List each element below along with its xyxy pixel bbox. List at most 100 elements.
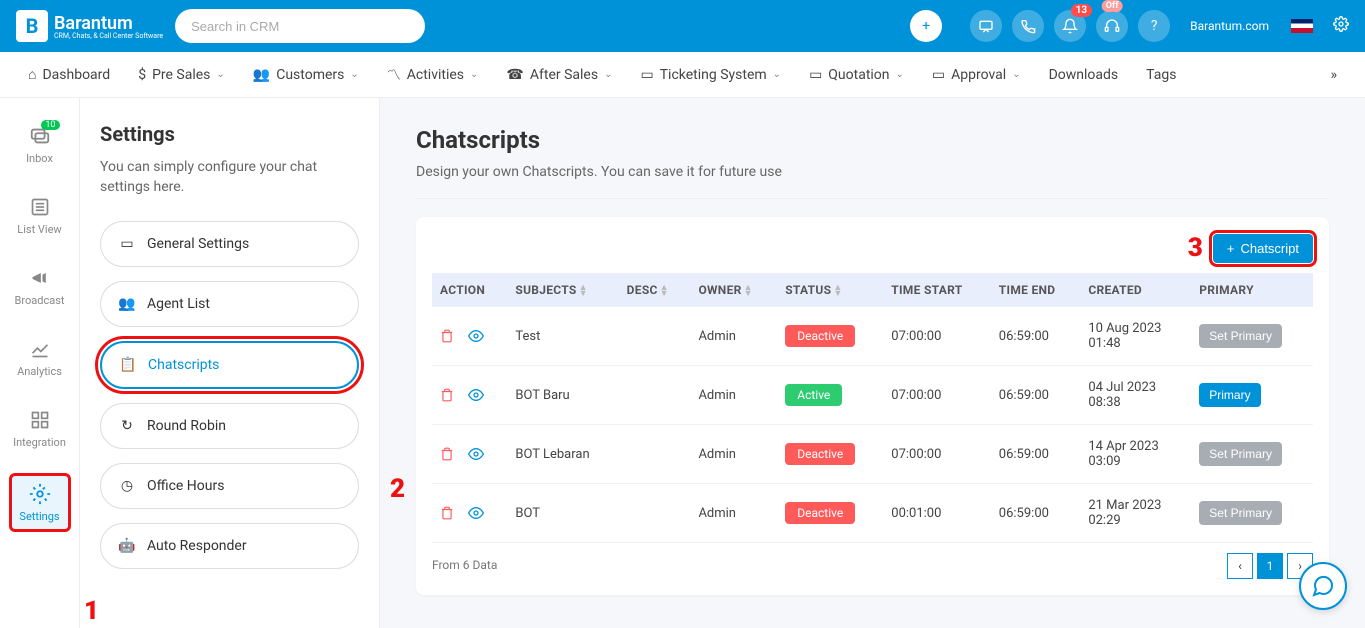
cell-owner: Admin <box>690 484 777 543</box>
table-row: BOT Admin Deactive 00:01:00 06:59:00 21 … <box>432 484 1313 543</box>
chatscripts-table: ACTION SUBJECTS▲▼ DESC▲▼ OWNER▲▼ STATUS▲… <box>432 273 1313 543</box>
cell-timestart: 07:00:00 <box>883 307 991 366</box>
cell-timestart: 07:00:00 <box>883 366 991 425</box>
logo-icon: B <box>16 10 48 42</box>
add-button[interactable]: + <box>910 10 942 42</box>
users-icon: 👥 <box>253 67 270 83</box>
sidebar-item-autoresponder[interactable]: 🤖Auto Responder <box>100 523 359 569</box>
sidebar-desc: You can simply configure your chat setti… <box>100 158 359 197</box>
col-status[interactable]: STATUS▲▼ <box>777 273 883 307</box>
chat-icon <box>978 18 994 34</box>
nav-downloads[interactable]: Downloads <box>1049 67 1119 83</box>
view-icon[interactable] <box>468 446 484 462</box>
delete-icon[interactable] <box>440 447 454 461</box>
nav-dashboard[interactable]: ⌂Dashboard <box>28 66 110 83</box>
brand-logo[interactable]: B Barantum CRM, Chats, & Call Center Sof… <box>16 10 163 42</box>
activity-icon: 〽 <box>387 65 401 85</box>
list-icon <box>30 197 50 217</box>
brand-subtext: CRM, Chats, & Call Center Software <box>54 32 163 40</box>
cell-subject: BOT Baru <box>507 366 618 425</box>
cell-created: 14 Apr 2023 03:09 <box>1080 425 1191 484</box>
col-owner[interactable]: OWNER▲▼ <box>690 273 777 307</box>
cell-subject: Test <box>507 307 618 366</box>
col-action: ACTION <box>432 273 507 307</box>
annotation-2: 2 <box>390 474 405 504</box>
users-icon: 👥 <box>119 296 135 312</box>
brand-link[interactable]: Barantum.com <box>1190 19 1269 33</box>
status-badge: Active <box>785 384 842 406</box>
nav-item-label: Quotation <box>828 67 889 83</box>
megaphone-icon <box>30 268 50 288</box>
rail-listview[interactable]: List View <box>9 189 71 242</box>
nav-quotation[interactable]: ▭Quotation⌄ <box>809 67 904 83</box>
primary-button[interactable]: Set Primary <box>1199 324 1282 348</box>
nav-aftersales[interactable]: ☎After Sales⌄ <box>506 67 612 83</box>
rail-label: Integration <box>13 436 66 449</box>
rail-inbox[interactable]: 10 Inbox <box>9 118 71 171</box>
nav-presales[interactable]: $Pre Sales⌄ <box>138 67 225 83</box>
primary-button[interactable]: Primary <box>1199 383 1260 407</box>
nav-tags[interactable]: Tags <box>1146 67 1176 83</box>
col-timeend[interactable]: TIME END <box>991 273 1081 307</box>
data-count: From 6 Data <box>432 558 497 572</box>
sort-icon: ▲▼ <box>660 285 669 297</box>
table-row: BOT Baru Admin Active 07:00:00 06:59:00 … <box>432 366 1313 425</box>
col-timestart[interactable]: TIME START <box>883 273 991 307</box>
sidebar-item-officehours[interactable]: ◷Office Hours <box>100 463 359 509</box>
bell-icon-button[interactable]: 13 <box>1054 10 1086 42</box>
rail-settings[interactable]: Settings <box>9 473 71 532</box>
phone-icon-button[interactable] <box>1012 10 1044 42</box>
rail-integration[interactable]: Integration <box>9 402 71 455</box>
nav-ticketing[interactable]: ▭Ticketing System⌄ <box>640 67 781 83</box>
gear-icon <box>29 483 51 505</box>
phone-icon <box>1020 18 1036 34</box>
primary-button[interactable]: Set Primary <box>1199 442 1282 466</box>
cell-subject: BOT <box>507 484 618 543</box>
settings-sidebar: Settings You can simply configure your c… <box>80 98 380 628</box>
headset-icon-button[interactable]: Off <box>1096 10 1128 42</box>
nav-bar: ⌂Dashboard $Pre Sales⌄ 👥Customers⌄ 〽Acti… <box>0 52 1365 98</box>
rail-broadcast[interactable]: Broadcast <box>9 260 71 313</box>
delete-icon[interactable] <box>440 329 454 343</box>
primary-button[interactable]: Set Primary <box>1199 501 1282 525</box>
add-chatscript-button[interactable]: + Chatscript <box>1213 234 1313 263</box>
search-input[interactable] <box>175 9 425 43</box>
table-header-row: ACTION SUBJECTS▲▼ DESC▲▼ OWNER▲▼ STATUS▲… <box>432 273 1313 307</box>
sidebar-item-general[interactable]: ▭General Settings <box>100 221 359 267</box>
cell-timestart: 07:00:00 <box>883 425 991 484</box>
rail-label: Broadcast <box>15 294 65 307</box>
cell-owner: Admin <box>690 366 777 425</box>
grid-icon <box>30 410 50 430</box>
ticket-icon: ▭ <box>640 67 653 83</box>
nav-customers[interactable]: 👥Customers⌄ <box>253 67 359 83</box>
more-icon: » <box>1330 67 1337 83</box>
rail-analytics[interactable]: Analytics <box>9 331 71 384</box>
view-icon[interactable] <box>468 505 484 521</box>
sidebar-item-agents[interactable]: 👥Agent List <box>100 281 359 327</box>
col-desc[interactable]: DESC▲▼ <box>619 273 691 307</box>
cell-timeend: 06:59:00 <box>991 484 1081 543</box>
delete-icon[interactable] <box>440 506 454 520</box>
nav-approval[interactable]: ▭Approval⌄ <box>932 67 1021 83</box>
col-created[interactable]: CREATED <box>1080 273 1191 307</box>
chat-icon-button[interactable] <box>970 10 1002 42</box>
nav-activities[interactable]: 〽Activities⌄ <box>387 65 479 85</box>
annotation-3: 3 <box>1188 233 1203 263</box>
offline-badge: Off <box>1102 0 1123 12</box>
table-card: 3 + Chatscript ACTION SUBJECTS▲▼ DESC▲▼ … <box>416 217 1329 595</box>
col-subjects[interactable]: SUBJECTS▲▼ <box>507 273 618 307</box>
delete-icon[interactable] <box>440 388 454 402</box>
headset-icon <box>1104 18 1120 34</box>
page-1[interactable]: 1 <box>1257 553 1283 579</box>
page-prev[interactable]: ‹ <box>1227 553 1253 579</box>
language-flag[interactable] <box>1291 19 1313 33</box>
view-icon[interactable] <box>468 328 484 344</box>
sidebar-item-roundrobin[interactable]: ↻Round Robin <box>100 403 359 449</box>
gear-icon-button[interactable] <box>1333 16 1349 36</box>
view-icon[interactable] <box>468 387 484 403</box>
floating-chat-button[interactable] <box>1299 562 1347 610</box>
sidebar-item-label: Round Robin <box>147 418 226 434</box>
nav-more[interactable]: » <box>1330 67 1337 83</box>
help-icon-button[interactable]: ? <box>1138 10 1170 42</box>
sidebar-item-chatscripts[interactable]: 📋Chatscripts <box>100 341 359 389</box>
